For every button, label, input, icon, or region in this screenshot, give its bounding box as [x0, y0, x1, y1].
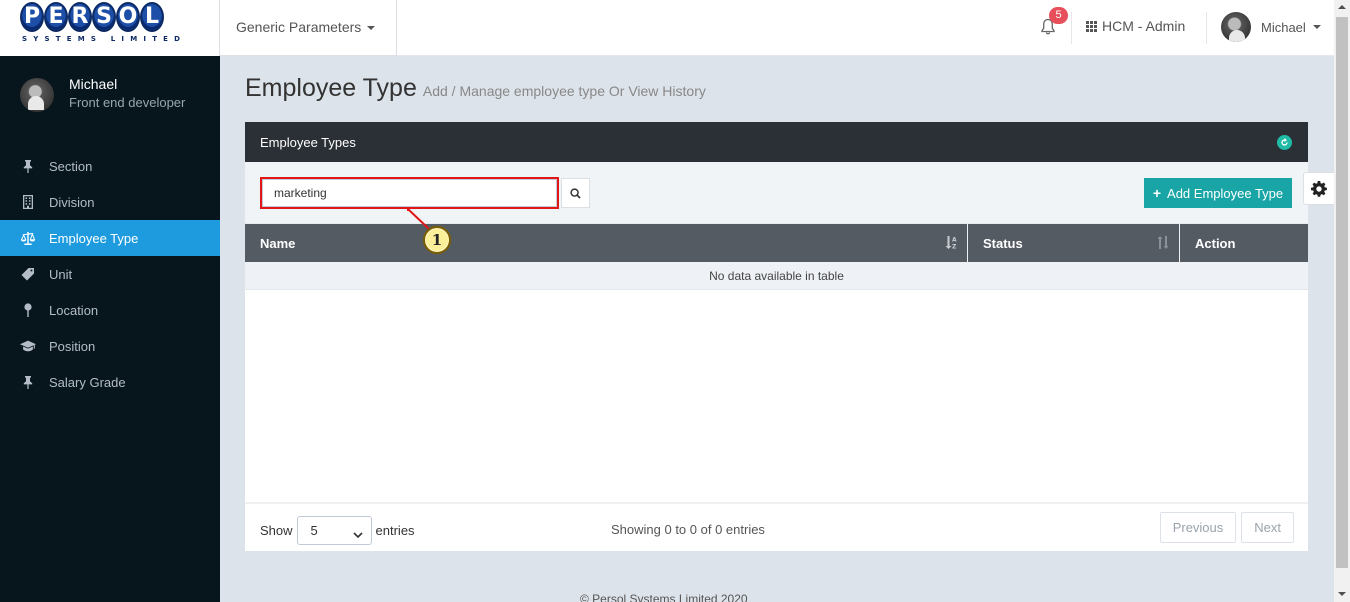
sort-icon [1157, 236, 1169, 252]
refresh-icon[interactable] [1277, 135, 1292, 150]
sidebar-item-section[interactable]: Section [0, 148, 220, 184]
page-title: Employee Type [245, 74, 417, 102]
sidebar-item-salary-grade[interactable]: Salary Grade [0, 364, 220, 400]
caret-down-icon [367, 26, 376, 31]
table-info: Showing 0 to 0 of 0 entries [611, 522, 765, 537]
panel-header: Employee Types [245, 122, 1308, 162]
settings-toggle[interactable] [1303, 172, 1334, 205]
sidebar-item-label: Salary Grade [49, 374, 126, 390]
sidebar: Michael Front end developer Section Divi… [0, 56, 220, 602]
pin-icon [20, 158, 36, 174]
employee-types-panel: Employee Types + Add Employee Type Name … [245, 122, 1308, 551]
search-button[interactable] [561, 178, 590, 208]
app-switcher[interactable]: HCM - Admin [1086, 18, 1185, 34]
sidebar-profile: Michael Front end developer [20, 76, 185, 112]
caret-down-icon [1312, 25, 1321, 29]
sidebar-item-label: Position [49, 338, 96, 354]
sidebar-item-location[interactable]: Location [0, 292, 220, 328]
balance-scale-icon [20, 230, 36, 246]
gear-icon [1311, 180, 1327, 197]
sidebar-item-label: Unit [49, 266, 73, 282]
logo-wordmark: P E R S O L [20, 2, 164, 32]
divider [1206, 12, 1207, 44]
show-label: Show [260, 523, 293, 538]
sidebar-item-position[interactable]: Position [0, 328, 220, 364]
previous-button[interactable]: Previous [1159, 512, 1237, 543]
scroll-thumb[interactable] [1336, 17, 1348, 568]
chevron-down-icon [352, 527, 363, 542]
search-input[interactable] [262, 179, 557, 207]
empty-table-message: No data available in table [245, 262, 1308, 290]
callout-marker: 1 [423, 226, 451, 254]
search-highlight-box [260, 177, 559, 209]
sidebar-nav: Section Division Employee Type Unit Loca… [0, 148, 220, 400]
plus-icon: + [1152, 185, 1162, 201]
user-menu[interactable]: Michael [1221, 12, 1321, 42]
page-size-control: Show 5 entries [260, 516, 415, 545]
column-header-action: Action [1195, 235, 1236, 251]
page-size-select[interactable]: 5 [296, 516, 372, 545]
copyright: © Persol Systems Limited 2020 [580, 592, 748, 602]
entries-label: entries [375, 523, 415, 538]
sidebar-item-label: Section [49, 158, 93, 174]
grid-icon [1086, 20, 1097, 32]
user-name: Michael [1261, 19, 1306, 35]
module-dropdown-label: Generic Parameters [236, 19, 362, 35]
svg-text:Z: Z [952, 244, 957, 250]
search-icon [570, 187, 581, 199]
building-icon [20, 194, 36, 210]
column-header-status[interactable]: Status [968, 224, 1180, 262]
next-button[interactable]: Next [1241, 512, 1294, 543]
logo[interactable]: P E R S O L SYSTEMS LIMITED [0, 0, 220, 56]
sidebar-item-unit[interactable]: Unit [0, 256, 220, 292]
profile-name: Michael [69, 76, 118, 92]
graduation-cap-icon [20, 338, 36, 354]
sidebar-item-label: Employee Type [49, 230, 139, 246]
avatar [1221, 12, 1251, 42]
column-header-name[interactable]: Name AZ [245, 224, 968, 262]
sidebar-item-division[interactable]: Division [0, 184, 220, 220]
table-footer: Show 5 entries Showing 0 to 0 of 0 entri… [245, 502, 1308, 551]
avatar [20, 78, 54, 112]
top-header: P E R S O L SYSTEMS LIMITED Generic Para… [0, 0, 1334, 56]
add-button-label: Add Employee Type [1167, 185, 1284, 201]
map-pin-icon [20, 302, 36, 318]
sidebar-item-label: Location [49, 302, 99, 318]
scroll-up-icon[interactable] [1338, 5, 1346, 9]
sidebar-item-label: Division [49, 194, 95, 210]
scrollbar[interactable] [1334, 0, 1350, 602]
divider [1071, 12, 1072, 44]
pagination: Previous Next [1159, 512, 1294, 543]
app-switcher-label: HCM - Admin [1102, 18, 1186, 34]
add-employee-type-button[interactable]: + Add Employee Type [1144, 178, 1292, 208]
module-dropdown[interactable]: Generic Parameters [219, 0, 397, 56]
scroll-down-icon[interactable] [1338, 592, 1346, 596]
panel-title: Employee Types [260, 135, 356, 150]
profile-role: Front end developer [69, 95, 186, 110]
sidebar-item-employee-type[interactable]: Employee Type [0, 220, 220, 256]
sort-alpha-icon: AZ [945, 236, 957, 252]
svg-text:A: A [952, 237, 957, 244]
tag-icon [20, 266, 36, 282]
page-subtitle: Add / Manage employee type Or View Histo… [422, 83, 706, 99]
pin-icon [20, 374, 36, 390]
logo-subtitle: SYSTEMS LIMITED [22, 35, 187, 43]
notification-badge: 5 [1049, 7, 1068, 24]
page-heading: Employee Type Add / Manage employee type… [245, 74, 706, 103]
